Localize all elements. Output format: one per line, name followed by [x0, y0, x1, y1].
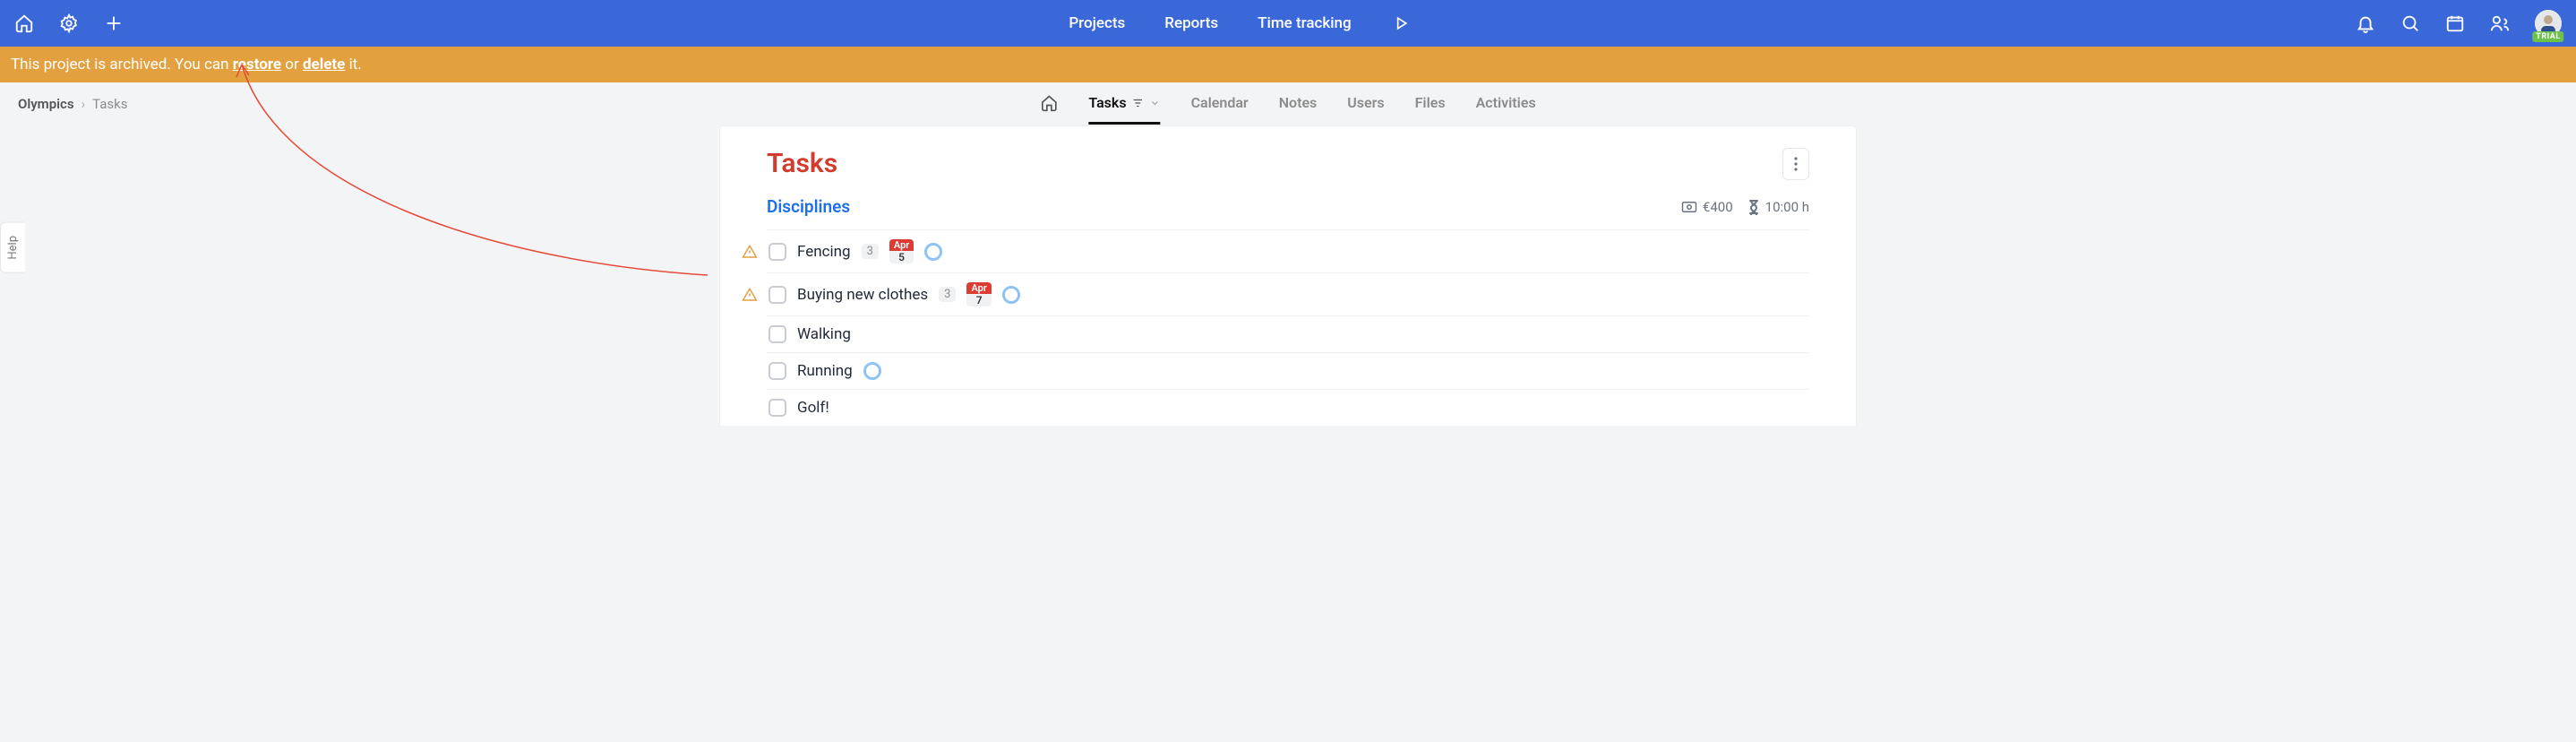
group-budget-value: €400	[1703, 199, 1733, 215]
subtask-count: 3	[862, 244, 879, 259]
subheader: Olympics › Tasks Tasks Calendar Notes Us…	[0, 82, 2576, 125]
tab-home[interactable]	[1040, 83, 1058, 125]
page-title: Tasks	[767, 148, 837, 179]
due-date-badge: Apr5	[889, 239, 914, 263]
task-row[interactable]: Walking	[767, 315, 1809, 352]
assignee-avatar[interactable]	[924, 243, 942, 261]
due-month: Apr	[966, 282, 991, 294]
due-day: 5	[894, 251, 909, 263]
chevron-right-icon: ›	[82, 96, 86, 112]
task-name[interactable]: Golf!	[797, 399, 829, 417]
main-card: Tasks Disciplines €400 10:00 h	[719, 125, 1857, 426]
delete-link[interactable]: delete	[303, 56, 345, 73]
hourglass-icon	[1747, 199, 1760, 215]
group-time-value: 10:00 h	[1765, 199, 1809, 215]
breadcrumb: Olympics › Tasks	[18, 96, 127, 112]
chevron-down-icon[interactable]	[1150, 98, 1161, 108]
group-title[interactable]: Disciplines	[767, 196, 850, 217]
trial-badge: TRIAL	[2532, 31, 2563, 42]
tab-files[interactable]: Files	[1415, 83, 1446, 125]
task-name[interactable]: Buying new clothes	[797, 286, 928, 304]
tab-tasks[interactable]: Tasks	[1088, 83, 1160, 125]
money-icon	[1681, 201, 1697, 213]
due-day: 7	[972, 294, 987, 306]
plus-icon[interactable]	[104, 13, 124, 33]
task-name[interactable]: Fencing	[797, 243, 851, 261]
avatar[interactable]: TRIAL	[2535, 10, 2562, 37]
task-checkbox[interactable]	[769, 286, 786, 304]
tabs: Tasks Calendar Notes Users Files Activit…	[1040, 83, 1535, 125]
banner-text-or: or	[281, 56, 303, 73]
breadcrumb-section: Tasks	[92, 96, 127, 112]
restore-link[interactable]: restore	[233, 56, 281, 73]
group-budget: €400	[1681, 199, 1733, 215]
more-actions-button[interactable]	[1782, 148, 1809, 180]
tab-tasks-label: Tasks	[1088, 94, 1126, 111]
task-name[interactable]: Running	[797, 362, 853, 380]
due-month: Apr	[889, 239, 914, 251]
task-name[interactable]: Walking	[797, 325, 851, 343]
search-icon[interactable]	[2400, 13, 2420, 33]
nav-time-tracking[interactable]: Time tracking	[1258, 14, 1352, 32]
subtask-count: 3	[939, 287, 956, 302]
task-row[interactable]: Running	[767, 352, 1809, 389]
task-row[interactable]: Golf!	[767, 389, 1809, 426]
task-checkbox[interactable]	[769, 399, 786, 417]
assignee-avatar[interactable]	[863, 362, 881, 380]
task-checkbox[interactable]	[769, 362, 786, 380]
assignee-avatar[interactable]	[1002, 286, 1020, 304]
archived-banner: This project is archived. You can restor…	[0, 47, 2576, 82]
gear-icon[interactable]	[59, 13, 79, 33]
breadcrumb-project[interactable]: Olympics	[18, 96, 74, 112]
task-row[interactable]: Buying new clothes 3 Apr7	[767, 272, 1809, 315]
due-date-badge: Apr7	[966, 282, 991, 306]
topbar: Projects Reports Time tracking TRIAL	[0, 0, 2576, 47]
calendar-icon[interactable]	[2445, 13, 2465, 33]
bell-icon[interactable]	[2356, 13, 2375, 33]
nav-projects[interactable]: Projects	[1069, 14, 1125, 32]
warning-icon	[742, 287, 758, 303]
help-tab[interactable]: Help	[0, 222, 25, 273]
play-icon[interactable]	[1391, 13, 1411, 33]
warning-icon	[742, 244, 758, 260]
group-time: 10:00 h	[1747, 199, 1809, 215]
task-checkbox[interactable]	[769, 243, 786, 261]
task-list: Fencing 3 Apr5 Buying new clothes 3 Apr7…	[767, 229, 1809, 426]
banner-text-prefix: This project is archived. You can	[11, 56, 233, 73]
task-row[interactable]: Fencing 3 Apr5	[767, 229, 1809, 272]
filter-icon[interactable]	[1132, 97, 1145, 109]
nav-reports[interactable]: Reports	[1164, 14, 1218, 32]
users-icon[interactable]	[2490, 13, 2510, 33]
tab-activities[interactable]: Activities	[1476, 83, 1536, 125]
task-checkbox[interactable]	[769, 325, 786, 343]
tab-calendar[interactable]: Calendar	[1191, 83, 1249, 125]
tab-notes[interactable]: Notes	[1279, 83, 1318, 125]
banner-text-suffix: it.	[345, 56, 361, 73]
tab-users[interactable]: Users	[1347, 83, 1384, 125]
home-icon[interactable]	[14, 13, 34, 33]
